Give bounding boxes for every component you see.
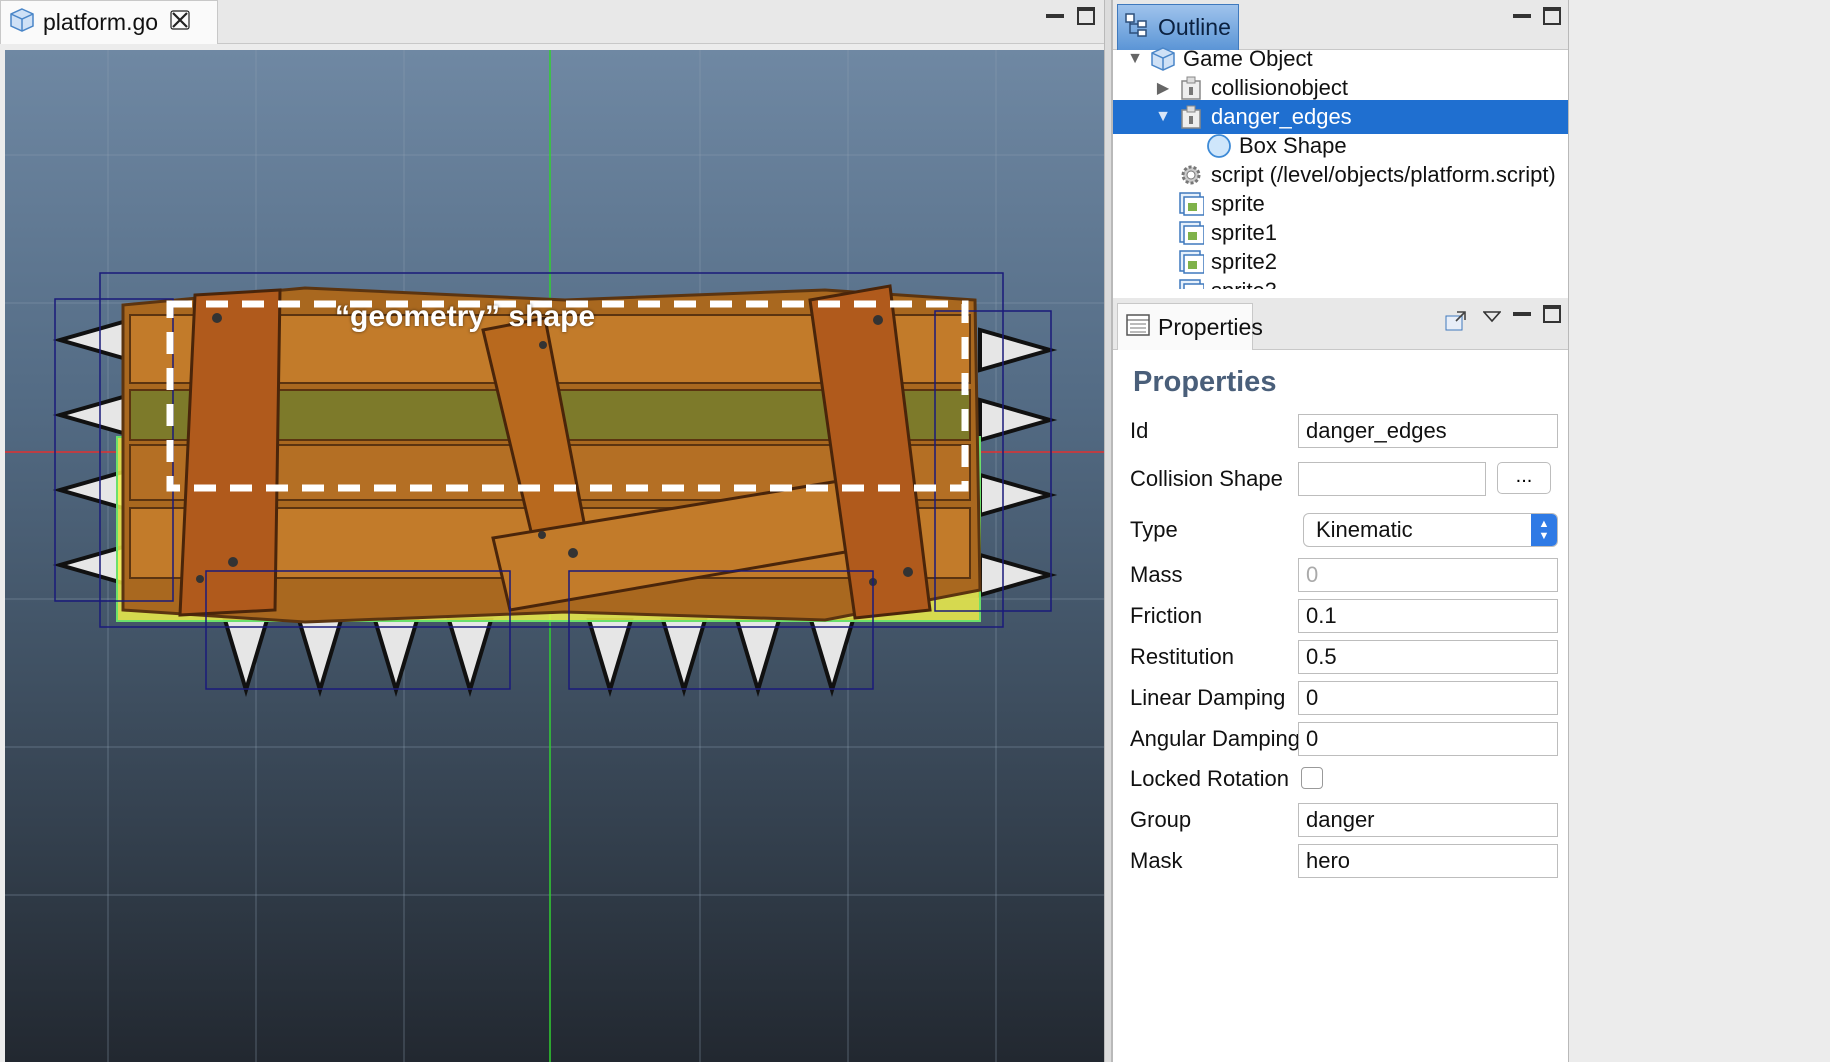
locked-rotation-checkbox[interactable]	[1301, 767, 1323, 789]
scene-canvas	[5, 50, 1104, 1062]
restitution-label: Restitution	[1130, 644, 1234, 669]
type-select-value: Kinematic	[1316, 517, 1413, 542]
outline-maximize-icon[interactable]	[1541, 6, 1563, 28]
collision-shape-label: Collision Shape	[1130, 466, 1283, 491]
group-label: Group	[1130, 807, 1192, 832]
tab-properties[interactable]: Properties	[1117, 303, 1263, 350]
tree-item-label: script (/level/objects/platform.script)	[1211, 162, 1556, 187]
gear-icon	[1177, 161, 1205, 189]
id-label: Id	[1130, 418, 1149, 443]
tree-item-label: Box Shape	[1239, 133, 1347, 158]
bottom-spikes	[222, 618, 856, 697]
properties-heading: Properties	[1133, 366, 1277, 398]
expand-arrow-icon[interactable]: ▼	[1125, 50, 1145, 68]
type-select[interactable]: Kinematic ▲ ▼	[1303, 513, 1558, 547]
tree-item-label: Game Object	[1183, 46, 1313, 71]
collision-shape-field[interactable]	[1298, 462, 1486, 496]
game-object-icon	[1149, 45, 1177, 73]
properties-tab-bar: Properties	[1113, 298, 1569, 350]
mask-field[interactable]: hero	[1298, 844, 1558, 878]
collision-object-icon	[1177, 74, 1205, 102]
group-field[interactable]: danger	[1298, 803, 1558, 837]
close-icon[interactable]	[170, 9, 190, 37]
minimize-icon[interactable]	[1044, 6, 1066, 28]
angular-damping-field[interactable]: 0	[1298, 722, 1558, 756]
geometry-shape-caption: “geometry” shape	[335, 300, 596, 333]
sprite-icon	[1177, 190, 1205, 218]
box-shape-icon	[1205, 132, 1233, 160]
tab-platform-go[interactable]: platform.go	[0, 0, 218, 44]
sprite-icon	[1177, 219, 1205, 247]
scene-viewport[interactable]: “geometry” shape	[5, 50, 1104, 1062]
tree-item-sprite3[interactable]: sprite3	[1113, 274, 1569, 289]
tree-item-label: sprite3	[1211, 278, 1277, 289]
outline-tab-label: Outline	[1158, 14, 1231, 40]
mass-field: 0	[1298, 558, 1558, 592]
properties-tab-label: Properties	[1158, 313, 1263, 340]
outline-panel: Outline ▼ Game Object ▶ collisionobject …	[1112, 0, 1569, 340]
properties-maximize-icon[interactable]	[1541, 304, 1563, 326]
panel-splitter[interactable]	[1104, 0, 1112, 1062]
outline-minimize-icon[interactable]	[1511, 6, 1533, 28]
locked-rotation-label: Locked Rotation	[1130, 766, 1289, 791]
updown-arrow-icon: ▲ ▼	[1531, 514, 1557, 546]
tree-item-label: sprite2	[1211, 249, 1278, 274]
outline-tree[interactable]: ▼ Game Object ▶ collisionobject ▼ danger…	[1113, 42, 1569, 289]
maximize-icon[interactable]	[1075, 6, 1097, 28]
type-label: Type	[1130, 517, 1178, 542]
angular-damping-label: Angular Damping	[1130, 726, 1300, 751]
right-spikes	[978, 327, 1058, 598]
tree-item-label: sprite1	[1211, 220, 1278, 245]
linear-damping-label: Linear Damping	[1130, 685, 1286, 710]
properties-icon	[1126, 313, 1150, 341]
editor-tab-bar: platform.go	[0, 0, 1104, 44]
id-field[interactable]: danger_edges	[1298, 414, 1558, 448]
window-margin	[1568, 0, 1830, 1062]
expand-arrow-icon[interactable]: ▼	[1153, 108, 1173, 126]
properties-minimize-icon[interactable]	[1511, 304, 1533, 326]
mask-label: Mask	[1130, 848, 1183, 873]
mass-label: Mass	[1130, 562, 1183, 587]
game-object-icon	[9, 7, 35, 38]
pin-icon[interactable]	[1445, 310, 1467, 332]
friction-field[interactable]: 0.1	[1298, 599, 1558, 633]
linear-damping-field[interactable]: 0	[1298, 681, 1558, 715]
collision-object-icon	[1177, 103, 1205, 131]
sprite-icon	[1177, 248, 1205, 276]
view-menu-icon[interactable]	[1481, 308, 1503, 330]
tree-item-label: danger_edges	[1211, 104, 1352, 129]
tree-item-label: collisionobject	[1211, 75, 1348, 100]
friction-label: Friction	[1130, 603, 1203, 628]
outline-icon	[1124, 12, 1150, 43]
expand-arrow-icon[interactable]: ▶	[1153, 78, 1173, 98]
tab-title: platform.go	[43, 9, 159, 35]
tree-item-label: sprite	[1211, 191, 1265, 216]
browse-collision-shape-button[interactable]: ...	[1497, 462, 1551, 494]
restitution-field[interactable]: 0.5	[1298, 640, 1558, 674]
sprite-icon	[1177, 277, 1205, 289]
properties-panel: Properties Properties Id danger_edges Co…	[1112, 298, 1569, 1062]
